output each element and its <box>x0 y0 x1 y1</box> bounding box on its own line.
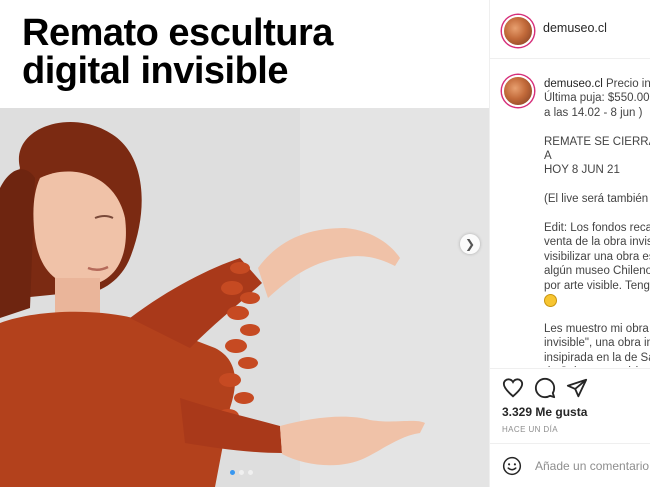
caption-avatar[interactable] <box>502 75 534 107</box>
caption-line: REMATE SE CIERRA A <box>544 135 650 163</box>
caption-line: insipirada en la de Sal <box>544 351 650 364</box>
smiley-emoji-icon <box>544 293 557 307</box>
caption-line: venta de la obra invisi <box>544 236 650 249</box>
post-caption: demuseo.cl Precio ini Última puja: $550.… <box>544 77 650 367</box>
heart-outline-icon[interactable] <box>502 377 524 399</box>
caption-line: a las 14.02 - 8 jun ) <box>544 106 643 119</box>
caption-line: HOY 8 JUN 21 <box>544 164 620 177</box>
caption-line: Edit: Los fondos recau <box>544 222 650 235</box>
caption-line: visibilizar una obra es <box>544 250 650 263</box>
caption-line: (El live será también a <box>544 193 650 206</box>
headline-line-2: digital invisible <box>22 50 289 92</box>
woman-performing-photo <box>0 108 489 487</box>
caption-line: de Salvatore podría d <box>544 366 650 367</box>
post-photo[interactable]: ❯ <box>0 108 489 487</box>
carousel-next-button[interactable]: ❯ <box>460 234 480 254</box>
post-actions: 3.329 Me gusta HACE UN DÍA <box>490 368 650 443</box>
caption-line: Precio ini <box>606 78 650 90</box>
carousel-dot <box>248 470 253 475</box>
caption-username[interactable]: demuseo.cl <box>544 78 603 90</box>
smiley-icon[interactable] <box>502 456 522 476</box>
post-sidebar: demuseo.cl demuseo.cl Precio ini Última … <box>489 0 650 487</box>
speech-bubble-icon[interactable] <box>534 377 556 399</box>
caption-line: por arte visible. Tengo <box>544 279 650 292</box>
add-comment-bar <box>490 443 650 488</box>
caption-area: demuseo.cl Precio ini Última puja: $550.… <box>490 59 650 367</box>
likes-count[interactable]: 3.329 Me gusta <box>502 405 587 419</box>
caption-text: Precio ini Última puja: $550.000 a las 1… <box>544 78 650 367</box>
carousel-indicator <box>230 470 253 475</box>
caption-line: algún museo Chileno <box>544 265 650 278</box>
carousel-dot <box>230 470 235 475</box>
chevron-right-icon: ❯ <box>464 237 476 251</box>
header-username[interactable]: demuseo.cl <box>543 21 607 35</box>
caption-line: Les muestro mi obra <box>544 322 649 335</box>
post-media-panel: Remato escultura digital invisible ❯ <box>0 0 489 487</box>
paper-plane-icon[interactable] <box>566 377 588 399</box>
avatar[interactable] <box>502 15 534 47</box>
post-headline: Remato escultura digital invisible <box>22 14 482 90</box>
caption-line: invisible", una obra in <box>544 337 650 350</box>
post-timestamp[interactable]: HACE UN DÍA <box>502 425 558 434</box>
post-header: demuseo.cl <box>490 0 650 59</box>
caption-line: Última puja: $550.000 <box>544 92 650 105</box>
carousel-dot <box>239 470 244 475</box>
comment-input[interactable] <box>535 456 650 476</box>
headline-line-1: Remato escultura <box>22 12 333 54</box>
